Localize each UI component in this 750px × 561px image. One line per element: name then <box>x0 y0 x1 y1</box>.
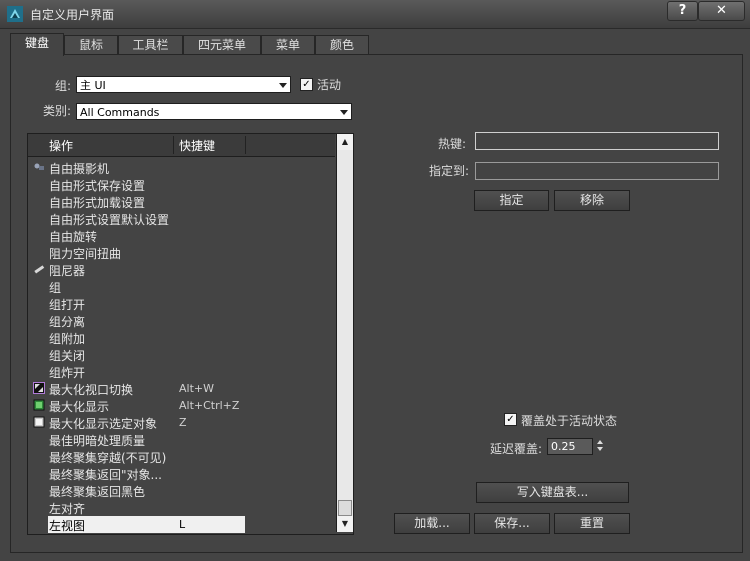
action-name: 自由形式设置默认设置 <box>49 213 170 227</box>
group-value: 主 UI <box>80 79 106 92</box>
action-name: 最大化视口切换 <box>49 383 134 397</box>
action-name: 组打开 <box>49 298 86 312</box>
scroll-thumb[interactable] <box>338 500 352 516</box>
list-item[interactable]: 最大化视口切换 Alt+W <box>28 380 335 397</box>
hotkey-label: 热键: <box>438 137 467 151</box>
action-shortcut: L <box>179 518 186 531</box>
chevron-down-icon <box>340 110 348 115</box>
action-name: 自由摄影机 <box>49 162 110 176</box>
window-title: 自定义用户界面 <box>30 8 115 22</box>
action-shortcut: Z <box>179 416 187 429</box>
delay-override-label: 延迟覆盖: <box>490 442 543 456</box>
title-bar: 自定义用户界面 ? ✕ <box>0 0 750 29</box>
column-divider[interactable] <box>173 136 174 154</box>
list-item[interactable]: 最大化显示 Alt+Ctrl+Z <box>28 397 335 414</box>
action-name: 最大化显示 <box>49 400 110 414</box>
action-name: 左视图 <box>49 519 86 533</box>
scroll-down-icon[interactable]: ▼ <box>337 516 353 532</box>
list-item[interactable]: 自由旋转 <box>28 227 335 244</box>
column-action[interactable]: 操作 <box>49 137 73 154</box>
list-item[interactable]: 最终聚集返回"对象... <box>28 465 335 482</box>
delay-override-input[interactable]: 0.25 <box>547 438 593 455</box>
list-item[interactable]: 阻尼器 <box>28 261 335 278</box>
action-name: 自由形式加载设置 <box>49 196 146 210</box>
list-header: 操作 快捷键 <box>28 134 335 157</box>
maximize-viewport-icon <box>33 382 45 394</box>
list-item[interactable]: 自由形式保存设置 <box>28 176 335 193</box>
tab-keyboard[interactable]: 键盘 <box>10 33 64 56</box>
action-name: 最终聚集穿越(不可见) <box>49 451 167 465</box>
action-shortcut: Alt+Ctrl+Z <box>179 399 240 412</box>
list-item[interactable]: 左视图 L <box>28 516 335 533</box>
list-item[interactable]: 最大化显示选定对象 Z <box>28 414 335 431</box>
assigned-to-label: 指定到: <box>429 164 470 178</box>
action-name: 最终聚集返回"对象... <box>49 468 162 482</box>
action-name: 组关闭 <box>49 349 86 363</box>
tab-colors[interactable]: 颜色 <box>315 35 369 55</box>
list-item[interactable]: 组 <box>28 278 335 295</box>
override-active-checkbox[interactable]: ✓ <box>504 413 517 426</box>
action-list[interactable]: 操作 快捷键 自由摄影机自由形式保存设置 自由形式加载设置自由形式设置默认设置 自由… <box>27 133 354 535</box>
list-item[interactable]: 左对齐 <box>28 499 335 516</box>
list-item[interactable]: 自由摄影机 <box>28 159 335 176</box>
assigned-to-field <box>475 162 719 180</box>
action-shortcut: Alt+W <box>179 382 214 395</box>
hotkey-field[interactable] <box>475 132 719 150</box>
category-label: 类别: <box>43 104 72 118</box>
list-item[interactable]: 最终聚集返回黑色 <box>28 482 335 499</box>
assign-button[interactable]: 指定 <box>474 190 549 211</box>
list-item[interactable]: 组分离 <box>28 312 335 329</box>
action-name: 自由形式保存设置 <box>49 179 146 193</box>
list-item[interactable]: 阻力空间扭曲 <box>28 244 335 261</box>
app-logo-icon <box>7 6 23 22</box>
help-button[interactable]: ? <box>667 1 698 21</box>
reset-button[interactable]: 重置 <box>554 513 630 534</box>
list-item[interactable]: 最佳明暗处理质量 <box>28 431 335 448</box>
action-name: 组 <box>49 281 62 295</box>
active-label: 活动 <box>317 78 342 92</box>
tab-mouse[interactable]: 鼠标 <box>64 35 118 55</box>
category-dropdown[interactable]: All Commands <box>76 103 352 120</box>
list-item[interactable]: 组炸开 <box>28 363 335 380</box>
scroll-up-icon[interactable]: ▲ <box>337 134 353 150</box>
action-name: 组附加 <box>49 332 86 346</box>
list-item[interactable]: 自由形式加载设置 <box>28 193 335 210</box>
camera-icon <box>33 161 45 173</box>
action-name: 最佳明暗处理质量 <box>49 434 146 448</box>
action-name: 自由旋转 <box>49 230 98 244</box>
category-value: All Commands <box>80 106 160 119</box>
group-dropdown[interactable]: 主 UI <box>76 76 291 93</box>
override-active-label: 覆盖处于活动状态 <box>521 414 618 428</box>
spinner-arrows-icon[interactable] <box>595 438 605 455</box>
list-item[interactable]: 组打开 <box>28 295 335 312</box>
vertical-scrollbar[interactable]: ▲ ▼ <box>336 134 353 532</box>
zoom-extents-icon <box>33 399 45 411</box>
action-name: 组炸开 <box>49 366 86 380</box>
chevron-down-icon <box>279 83 287 88</box>
damper-icon <box>33 263 45 275</box>
active-checkbox[interactable]: ✓ <box>300 78 313 91</box>
list-item[interactable]: 组关闭 <box>28 346 335 363</box>
write-keyboard-chart-button[interactable]: 写入键盘表... <box>476 482 629 503</box>
zoom-selected-icon <box>33 416 45 428</box>
action-name: 左对齐 <box>49 502 86 516</box>
action-name: 最终聚集返回黑色 <box>49 485 146 499</box>
load-button[interactable]: 加载... <box>394 513 470 534</box>
list-item[interactable]: 组附加 <box>28 329 335 346</box>
tab-menus[interactable]: 菜单 <box>261 35 315 55</box>
action-name: 阻尼器 <box>49 264 86 278</box>
column-divider[interactable] <box>245 136 246 154</box>
list-item[interactable]: 最终聚集穿越(不可见) <box>28 448 335 465</box>
save-button[interactable]: 保存... <box>474 513 550 534</box>
action-name: 阻力空间扭曲 <box>49 247 122 261</box>
column-shortcut[interactable]: 快捷键 <box>179 137 215 154</box>
action-name: 组分离 <box>49 315 86 329</box>
list-item[interactable]: 自由形式设置默认设置 <box>28 210 335 227</box>
group-label: 组: <box>55 79 72 93</box>
tab-quad-menus[interactable]: 四元菜单 <box>183 35 261 55</box>
tab-toolbars[interactable]: 工具栏 <box>118 35 183 55</box>
remove-button[interactable]: 移除 <box>554 190 630 211</box>
close-button[interactable]: ✕ <box>698 1 745 21</box>
action-name: 最大化显示选定对象 <box>49 417 158 431</box>
